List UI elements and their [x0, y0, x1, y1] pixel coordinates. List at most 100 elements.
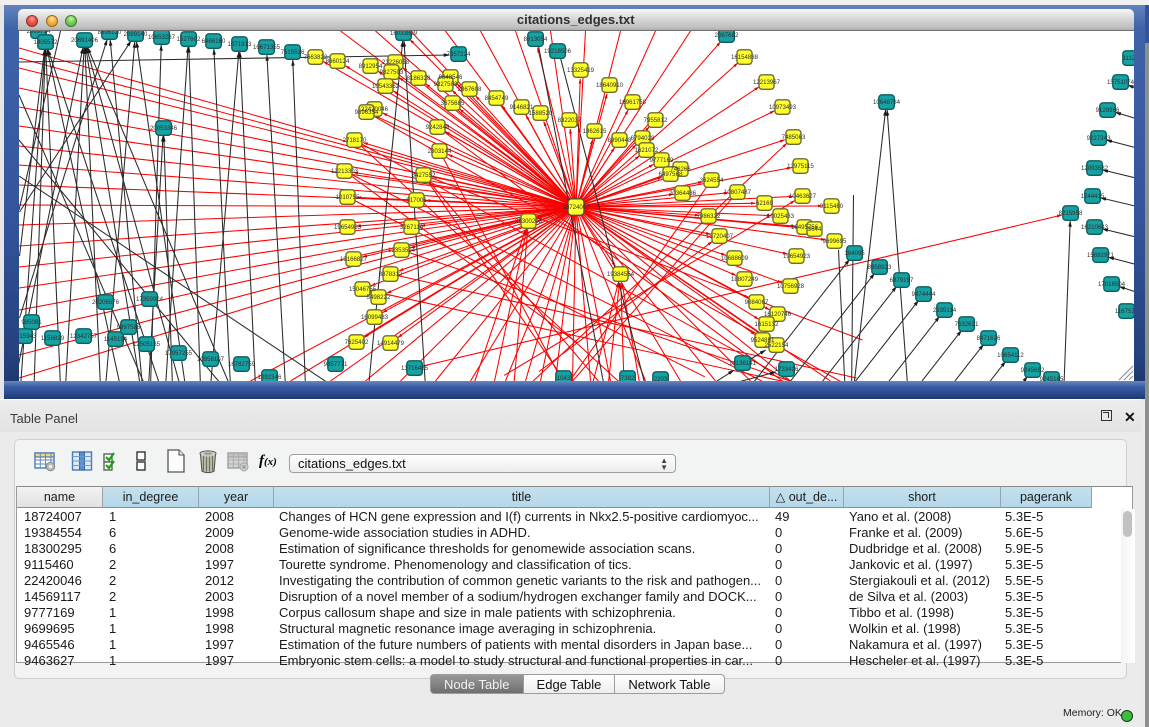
svg-text:2935114: 2935114 [932, 307, 956, 314]
svg-text:2089714: 2089714 [26, 31, 50, 35]
svg-text:16154838: 16154838 [730, 54, 758, 61]
svg-text:7955812: 7955812 [643, 117, 667, 124]
svg-text:2087682: 2087682 [714, 32, 738, 39]
svg-text:1527602: 1527602 [176, 36, 200, 43]
svg-text:12505135: 12505135 [132, 341, 160, 348]
svg-text:9644: 9644 [807, 226, 821, 233]
svg-text:8660124: 8660124 [325, 58, 349, 65]
svg-text:3915943: 3915943 [19, 333, 37, 340]
svg-text:1145194: 1145194 [103, 336, 127, 343]
svg-text:14914479: 14914479 [376, 340, 404, 347]
svg-text:8186328: 8186328 [406, 75, 430, 82]
svg-text:16099483: 16099483 [360, 314, 388, 321]
svg-text:12213303: 12213303 [330, 168, 358, 175]
svg-text:8471626: 8471626 [976, 335, 1000, 342]
svg-text:23226058: 23226058 [381, 59, 409, 66]
svg-text:16033809: 16033809 [389, 31, 417, 37]
svg-text:18807249: 18807249 [730, 276, 758, 283]
svg-text:10653287: 10653287 [147, 34, 175, 41]
svg-text:1010755: 1010755 [335, 194, 359, 201]
svg-text:7663822: 7663822 [303, 54, 327, 61]
svg-text:1167534: 1167534 [1114, 308, 1134, 315]
svg-text:9245652: 9245652 [1020, 367, 1044, 374]
svg-text:19166827: 19166827 [339, 256, 367, 263]
svg-text:1615132: 1615132 [754, 321, 778, 328]
svg-text:12342757: 12342757 [69, 333, 97, 340]
svg-text:9474444: 9474444 [911, 291, 935, 298]
svg-text:1621072: 1621072 [634, 147, 658, 154]
svg-text:15720407: 15720407 [705, 233, 733, 240]
svg-text:10463627: 10463627 [788, 193, 816, 200]
svg-text:10756928: 10756928 [776, 283, 804, 290]
svg-text:6879197: 6879197 [889, 277, 913, 284]
svg-text:9857771: 9857771 [323, 361, 347, 368]
svg-text:20364436: 20364436 [668, 190, 696, 197]
svg-text:9327503: 9327503 [433, 81, 457, 88]
svg-text:9245165: 9245165 [1039, 376, 1063, 381]
svg-text:9896354: 9896354 [354, 109, 378, 116]
svg-text:7382: 7382 [620, 375, 634, 381]
svg-text:10688609: 10688609 [720, 255, 748, 262]
svg-text:5498222: 5498222 [366, 294, 390, 301]
svg-text:9115460: 9115460 [819, 203, 843, 210]
svg-text:1292346: 1292346 [257, 374, 281, 381]
svg-text:8215958: 8215958 [1058, 210, 1082, 217]
svg-text:25300203: 25300203 [514, 218, 542, 225]
svg-text:9084067: 9084067 [744, 299, 768, 306]
svg-text:17957255: 17957255 [164, 350, 192, 357]
svg-text:6497568: 6497568 [658, 171, 682, 178]
svg-text:985081: 985081 [21, 319, 42, 326]
svg-text:917006: 917006 [406, 197, 427, 204]
svg-text:9848546: 9848546 [438, 74, 462, 81]
svg-text:7625402: 7625402 [344, 339, 368, 346]
svg-text:1156829: 1156829 [40, 335, 64, 342]
svg-text:7632621: 7632621 [954, 321, 978, 328]
svg-text:7515526: 7515526 [280, 49, 304, 56]
svg-text:7986322: 7986322 [696, 213, 720, 220]
svg-text:1362615: 1362615 [582, 128, 606, 135]
svg-text:6466160: 6466160 [201, 38, 225, 45]
svg-text:9227343: 9227343 [1086, 135, 1110, 142]
svg-text:12213967: 12213967 [752, 79, 780, 86]
svg-text:13325419: 13325419 [566, 67, 594, 74]
svg-text:10025433: 10025433 [766, 213, 794, 220]
svg-text:16782759: 16782759 [227, 361, 255, 368]
svg-text:2718170: 2718170 [342, 137, 366, 144]
svg-text:62160: 62160 [756, 200, 774, 207]
svg-text:9129966: 9129966 [1095, 107, 1119, 114]
svg-text:19384554: 19384554 [606, 271, 634, 278]
svg-text:2867608: 2867608 [457, 86, 481, 93]
svg-text:9699695: 9699695 [822, 238, 846, 245]
svg-text:7357224: 7357224 [446, 51, 470, 58]
svg-text:1405572: 1405572 [33, 39, 57, 46]
svg-text:3624554: 3624554 [699, 177, 723, 184]
svg-text:12353594: 12353594 [387, 247, 415, 254]
svg-text:14136141: 14136141 [728, 360, 756, 367]
svg-text:1244415: 1244415 [1080, 193, 1104, 200]
svg-text:8896120: 8896120 [97, 31, 121, 36]
svg-text:9242848: 9242848 [425, 124, 449, 131]
svg-text:19218506: 19218506 [543, 48, 571, 55]
svg-text:12093582: 12093582 [1080, 165, 1108, 172]
svg-text:11123: 11123 [1122, 55, 1134, 62]
svg-text:15751074: 15751074 [1106, 79, 1134, 86]
svg-text:2522154: 2522154 [764, 342, 788, 349]
svg-text:17359924: 17359924 [135, 296, 163, 303]
svg-text:2203: 2203 [653, 376, 667, 381]
svg-text:9827503: 9827503 [379, 69, 403, 76]
svg-text:10958107: 10958107 [196, 356, 224, 363]
svg-text:2803144: 2803144 [427, 148, 451, 155]
svg-text:15692971: 15692971 [1086, 252, 1114, 259]
svg-text:18724007: 18724007 [562, 204, 590, 211]
svg-text:8813054: 8813054 [523, 36, 547, 43]
svg-text:10648784: 10648784 [872, 99, 900, 106]
svg-text:10973493: 10973493 [768, 104, 796, 111]
svg-text:19654923: 19654923 [782, 253, 810, 260]
svg-text:6794028: 6794028 [630, 135, 654, 142]
svg-text:16671355: 16671355 [252, 44, 280, 51]
svg-text:16961758: 16961758 [618, 99, 646, 106]
svg-text:1588520: 1588520 [528, 110, 552, 117]
svg-text:8454749: 8454749 [484, 95, 508, 102]
svg-text:10654112: 10654112 [997, 352, 1024, 359]
svg-text:19654983: 19654983 [333, 224, 361, 231]
